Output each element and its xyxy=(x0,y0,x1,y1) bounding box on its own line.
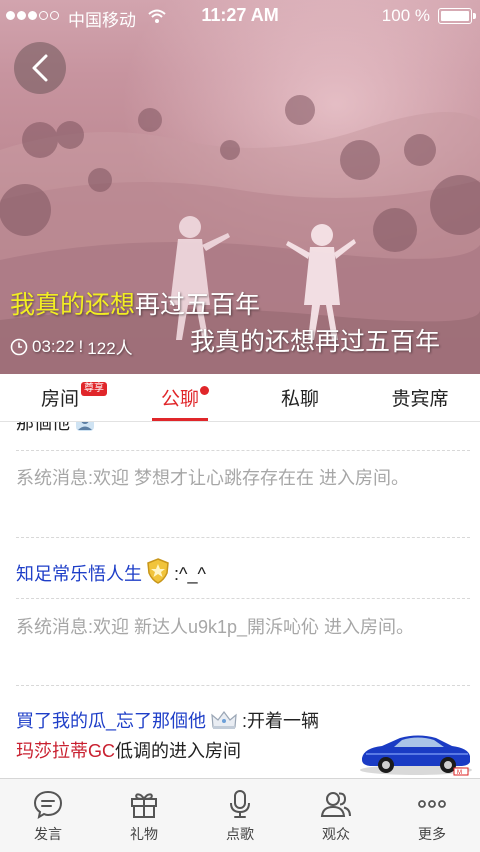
room-cover: 中国移动 11:27 AM 100 % 我真的还想再过五百年 03:22 ! 1… xyxy=(0,0,480,374)
bottom-toolbar: 发言 礼物 点歌 观众 更多 xyxy=(0,778,480,852)
song-title: 我真的还想再过五百年 xyxy=(10,285,260,321)
chevron-left-icon xyxy=(32,54,48,82)
speak-button[interactable]: 发言 xyxy=(0,779,96,852)
svg-text:M: M xyxy=(457,770,462,776)
more-icon xyxy=(418,800,446,808)
unread-dot xyxy=(200,386,209,395)
back-button[interactable] xyxy=(14,42,66,94)
nav-label: 礼物 xyxy=(130,826,158,842)
chat-divider xyxy=(16,598,470,599)
car-gift-image: M xyxy=(360,735,472,776)
song-duration: 03:22 xyxy=(32,336,75,356)
username-link[interactable]: 知足常乐悟人生 xyxy=(16,564,142,584)
user-avatar-icon xyxy=(76,422,94,431)
username-link[interactable]: 買了我的瓜_忘了那個他 xyxy=(16,711,206,731)
system-message: 系统消息:欢迎 新达人u9k1p_開泝吣伈 进入房间。 xyxy=(16,612,464,642)
tab-public-chat[interactable]: 公聊 xyxy=(120,374,240,421)
battery-icon xyxy=(438,8,476,24)
user-message: 知足常乐悟人生 :^_^ xyxy=(16,558,464,589)
status-bar: 中国移动 11:27 AM 100 % xyxy=(0,0,480,32)
audience-icon xyxy=(320,792,351,817)
crown-badge-icon xyxy=(211,711,237,729)
song-title-highlight: 我真的还想 xyxy=(10,291,136,319)
tab-label: 公聊 xyxy=(160,389,199,410)
nav-label: 点歌 xyxy=(226,826,254,842)
scrolling-lyric: 我真的还想再过五百年 xyxy=(190,328,441,356)
song-meta: 03:22 ! 122人 xyxy=(10,334,133,359)
vip-badge: 尊享 xyxy=(81,382,107,396)
clock-icon xyxy=(10,338,28,355)
chat-bubble-icon xyxy=(33,790,63,820)
message-text: 低调的进入房间 xyxy=(115,741,241,761)
chat-message-partial: 那個他 xyxy=(16,422,464,438)
tab-label: 贵宾席 xyxy=(391,389,449,410)
message-text: :开着一辆 xyxy=(242,711,320,731)
battery-percent: 100 % xyxy=(381,6,430,25)
audience-count: 122人 xyxy=(87,339,133,358)
audience-button[interactable]: 观众 xyxy=(288,779,384,852)
tab-private-chat[interactable]: 私聊 xyxy=(240,374,360,421)
username-link[interactable]: 玛莎拉蒂GC xyxy=(16,741,115,761)
message-text: 那個他 xyxy=(16,422,70,433)
gift-button[interactable]: 礼物 xyxy=(96,779,192,852)
chat-divider xyxy=(16,450,470,451)
microphone-icon xyxy=(230,790,250,818)
song-title-rest: 再过五百年 xyxy=(135,291,261,319)
tab-label: 私聊 xyxy=(280,389,319,410)
system-message-text: 系统消息:欢迎 梦想才让心跳存存在在 进入房间。 xyxy=(16,468,410,488)
gold-shield-badge-icon xyxy=(147,558,169,584)
song-request-button[interactable]: 点歌 xyxy=(192,779,288,852)
tab-vip-seats[interactable]: 贵宾席 xyxy=(360,374,480,421)
room-tabs: 房间 尊享 公聊 私聊 贵宾席 xyxy=(0,374,480,422)
chat-divider xyxy=(16,685,470,686)
nav-label: 发言 xyxy=(34,826,62,842)
message-text: :^_^ xyxy=(174,564,206,584)
more-button[interactable]: 更多 xyxy=(384,779,480,852)
nav-label: 更多 xyxy=(418,826,446,842)
system-message: 系统消息:欢迎 梦想才让心跳存存在在 进入房间。 xyxy=(16,463,464,493)
nav-label: 观众 xyxy=(322,826,350,842)
gift-icon xyxy=(131,793,157,818)
tab-room[interactable]: 房间 尊享 xyxy=(0,374,120,421)
system-message-text: 系统消息:欢迎 新达人u9k1p_開泝吣伈 进入房间。 xyxy=(16,617,415,637)
tab-label: 房间 xyxy=(40,389,79,410)
chat-divider xyxy=(16,537,470,538)
meta-separator: ! xyxy=(78,336,84,356)
